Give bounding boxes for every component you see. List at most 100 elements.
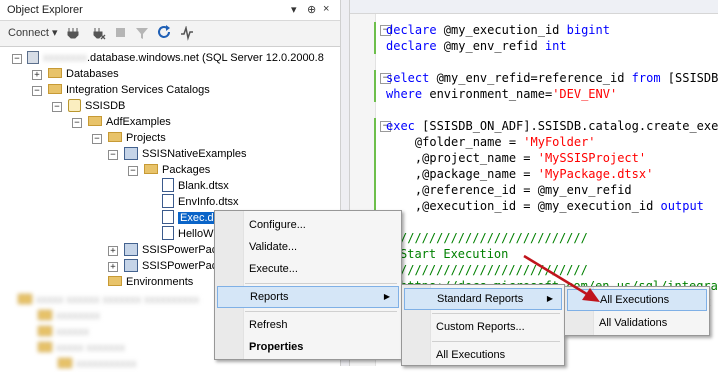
- tree-node-environments[interactable]: Environments: [108, 274, 193, 290]
- redacted-label: xxxxxxxxxxx: [76, 358, 137, 370]
- tree-node-databases[interactable]: Databases: [48, 66, 119, 82]
- redacted-label: xxxxx xxxxxx xxxxxxx xxxxxxxxxx: [36, 294, 200, 306]
- tree-node-projects[interactable]: Projects: [108, 130, 166, 146]
- tree-node-envinfo-dtsx[interactable]: EnvInfo.dtsx: [162, 194, 239, 210]
- tree-node-redacted: xxxxx xxxxxx xxxxxxx xxxxxxxxxx: [18, 292, 199, 308]
- folder-icon: [108, 132, 122, 143]
- project-icon: [124, 146, 138, 160]
- tree-node-label: Projects: [126, 132, 166, 144]
- collapse-toggle[interactable]: −: [52, 102, 62, 112]
- string-literal: 'DEV_ENV': [552, 87, 618, 101]
- menu-item-execute[interactable]: Execute...: [217, 258, 399, 280]
- keyword: output: [660, 199, 704, 213]
- refresh-icon[interactable]: [157, 25, 172, 41]
- folder-icon: [144, 164, 158, 175]
- window-position-icon[interactable]: ▾: [291, 3, 297, 16]
- tree-node-label-selected: Exec.d: [178, 212, 216, 224]
- tree-node-label: SSISPowerPack: [142, 260, 223, 272]
- menu-item-all-validations-report[interactable]: All Validations: [567, 312, 707, 334]
- code-line: @folder_name = 'MyFolder': [386, 134, 596, 150]
- change-marker: [374, 118, 376, 214]
- tree-node-label: Integration Services Catalogs: [66, 84, 210, 96]
- code-line: where environment_name='DEV_ENV': [386, 86, 617, 102]
- package-icon: [162, 226, 174, 241]
- menu-item-validate[interactable]: Validate...: [217, 236, 399, 258]
- folder-icon: [38, 310, 52, 321]
- redacted-label: xxxxxx: [56, 326, 89, 338]
- menu-separator: [432, 313, 560, 314]
- pin-icon[interactable]: ⊕: [307, 3, 316, 16]
- filter-icon[interactable]: [135, 26, 149, 42]
- string-literal: 'MySSISProject': [537, 151, 647, 165]
- menu-item-all-executions[interactable]: All Executions: [404, 344, 562, 366]
- code-line: ,@package_name = 'MyPackage.dtsx': [386, 166, 653, 182]
- collapse-toggle[interactable]: −: [32, 86, 42, 96]
- project-icon: [124, 242, 138, 256]
- activity-monitor-icon[interactable]: [180, 26, 194, 42]
- tree-node-packages[interactable]: Packages: [144, 162, 210, 178]
- code-line: ,@project_name = 'MySSISProject': [386, 150, 646, 166]
- disconnect-icon[interactable]: [92, 26, 106, 42]
- redacted-label: xxxxx xxxxxxx: [56, 342, 126, 354]
- tree-node-label: SSISPowerPack: [142, 244, 223, 256]
- connect-plug-icon[interactable]: [66, 26, 80, 42]
- keyword: select: [386, 71, 437, 85]
- expand-toggle[interactable]: +: [108, 246, 118, 256]
- keyword: declare: [386, 23, 444, 37]
- expand-toggle[interactable]: +: [32, 70, 42, 80]
- collapse-toggle[interactable]: −: [92, 134, 102, 144]
- package-icon: [162, 194, 174, 209]
- collapse-toggle[interactable]: −: [128, 166, 138, 176]
- menu-item-configure[interactable]: Configure...: [217, 214, 399, 236]
- code-line: declare @my_env_refid int: [386, 38, 567, 54]
- menu-item-label: Standard Reports: [437, 293, 524, 305]
- code-line: ,@execution_id = @my_execution_id output: [386, 198, 704, 214]
- menu-item-label: Reports: [250, 291, 289, 303]
- tree-node-ssisnativeexamples[interactable]: SSISNativeExamples: [124, 146, 247, 162]
- close-icon[interactable]: ×: [323, 3, 329, 15]
- menu-separator: [245, 283, 397, 284]
- tree-node-server[interactable]: xxxxxxxx.database.windows.net (SQL Serve…: [27, 50, 324, 66]
- code-text: [SSISDB_ON_ADF].SSISDB.: [422, 119, 589, 133]
- collapse-toggle[interactable]: −: [72, 118, 82, 128]
- menu-item-refresh[interactable]: Refresh: [217, 314, 399, 336]
- code-line-comment: //////////////////////////: [400, 231, 588, 245]
- string-literal: 'MyPackage.dtsx': [537, 167, 654, 181]
- annotation-arrow-icon: [523, 254, 600, 302]
- change-marker: [374, 70, 376, 102]
- expand-toggle[interactable]: +: [108, 262, 118, 272]
- menu-item-custom-reports[interactable]: Custom Reports...: [404, 316, 562, 338]
- stop-icon[interactable]: [115, 27, 126, 43]
- code-line: declare @my_execution_id bigint: [386, 22, 610, 38]
- tree-node-redacted: xxxxxxxx: [38, 308, 100, 324]
- menu-item-reports[interactable]: Reports ▶: [217, 286, 399, 308]
- tree-node-ssispowerpack-2[interactable]: SSISPowerPack: [124, 258, 223, 274]
- project-icon: [124, 258, 138, 272]
- tree-node-label: SSISDB: [85, 100, 126, 112]
- code-line: select @my_env_refid=reference_id from […: [386, 70, 718, 86]
- code-line-comment: Start Execution: [400, 247, 509, 261]
- menu-separator: [245, 311, 397, 312]
- folder-icon: [48, 84, 62, 95]
- tree-node-blank-dtsx[interactable]: Blank.dtsx: [162, 178, 229, 194]
- tree-node-hellow-dtsx[interactable]: HelloW: [162, 226, 213, 242]
- code-line: exec [SSISDB_ON_ADF].SSISDB.catalog.crea…: [386, 118, 718, 134]
- collapse-toggle[interactable]: −: [12, 54, 22, 64]
- code-text: @my_env_refid: [443, 39, 545, 53]
- tree-node-redacted: xxxxxxxxxxx: [58, 356, 137, 372]
- package-icon: [162, 178, 174, 193]
- tree-node-exec-dtsx[interactable]: Exec.d: [162, 210, 216, 226]
- tree-node-ssispowerpack-1[interactable]: SSISPowerPack: [124, 242, 223, 258]
- keyword: exec: [386, 119, 423, 133]
- tree-node-adfexamples[interactable]: AdfExamples: [88, 114, 171, 130]
- object-explorer-titlebar: Object Explorer ▾ ⊕ ×: [0, 0, 340, 21]
- keyword: int: [544, 39, 567, 53]
- connect-button[interactable]: Connect ▾: [8, 25, 58, 41]
- menu-item-properties[interactable]: Properties: [217, 336, 399, 358]
- code-line: ,@reference_id = @my_env_refid: [386, 182, 632, 198]
- tree-node-integration-services-catalogs[interactable]: Integration Services Catalogs: [48, 82, 210, 98]
- folder-icon: [108, 276, 122, 287]
- code-text: [SSISDB_O: [667, 71, 718, 85]
- tree-node-ssisdb[interactable]: SSISDB: [68, 98, 125, 114]
- collapse-toggle[interactable]: −: [108, 150, 118, 160]
